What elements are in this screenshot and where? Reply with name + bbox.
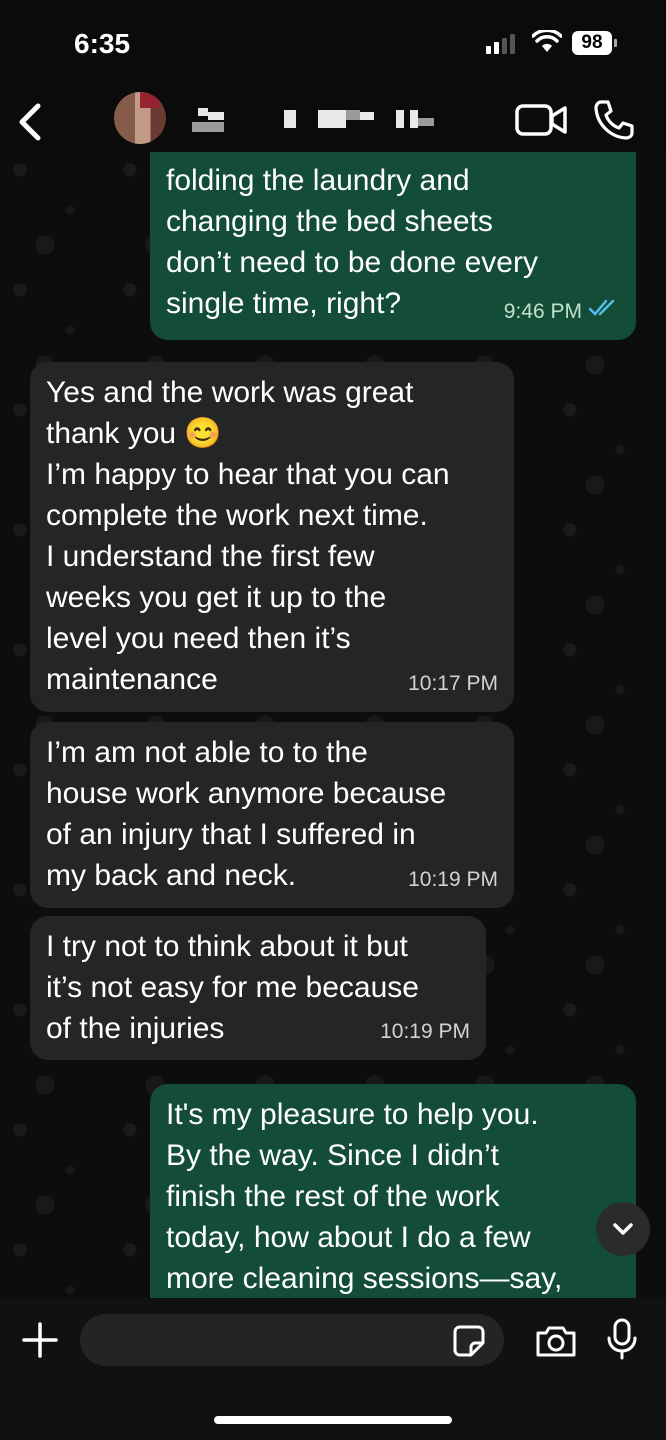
message-time: 10:17 PM xyxy=(408,672,498,695)
message-text: Yes and the work was great thank you 😊 I… xyxy=(46,376,450,696)
contact-avatar[interactable] xyxy=(114,92,166,144)
phone-icon[interactable] xyxy=(592,98,636,147)
status-time: 6:35 xyxy=(74,28,131,59)
message-bubble-incoming[interactable]: I’m am not able to to the house work any… xyxy=(30,722,514,908)
message-bubble-incoming[interactable]: I try not to think about it but it’s not… xyxy=(30,916,486,1060)
sticker-icon[interactable] xyxy=(452,1324,486,1363)
video-camera-icon[interactable] xyxy=(514,102,568,143)
message-bubble-incoming[interactable]: Yes and the work was great thank you 😊 I… xyxy=(30,362,514,712)
microphone-icon[interactable] xyxy=(606,1318,638,1365)
message-bubble-outgoing[interactable]: folding the laundry and changing the bed… xyxy=(150,152,636,340)
message-meta: 10:17 PM xyxy=(408,663,498,704)
double-check-read-icon xyxy=(588,291,620,332)
contact-name-redacted[interactable] xyxy=(190,102,450,138)
home-indicator[interactable] xyxy=(214,1416,452,1424)
message-meta: 10:19 PM xyxy=(408,859,498,900)
message-bubble-outgoing[interactable]: It's my pleasure to help you. By the way… xyxy=(150,1084,636,1298)
scroll-to-bottom-button[interactable] xyxy=(596,1202,650,1256)
message-time: 10:19 PM xyxy=(408,868,498,891)
camera-icon[interactable] xyxy=(534,1324,578,1363)
status-bar: 6:35 98 xyxy=(0,0,666,90)
plus-icon[interactable] xyxy=(20,1320,60,1365)
cellular-signal-icon xyxy=(486,34,515,54)
wifi-icon xyxy=(531,28,563,59)
message-input[interactable] xyxy=(80,1314,504,1366)
message-time: 10:19 PM xyxy=(380,1020,470,1043)
battery-indicator: 98 xyxy=(572,31,617,55)
message-text: It's my pleasure to help you. By the way… xyxy=(166,1098,563,1295)
composer-bar xyxy=(0,1298,666,1440)
chevron-down-icon xyxy=(613,1223,633,1235)
chevron-left-icon[interactable] xyxy=(12,98,48,151)
message-meta: 9:46 PM xyxy=(504,291,620,332)
message-meta: 10:19 PM xyxy=(380,1011,470,1052)
message-time: 9:46 PM xyxy=(503,300,582,323)
chat-header xyxy=(0,90,666,152)
